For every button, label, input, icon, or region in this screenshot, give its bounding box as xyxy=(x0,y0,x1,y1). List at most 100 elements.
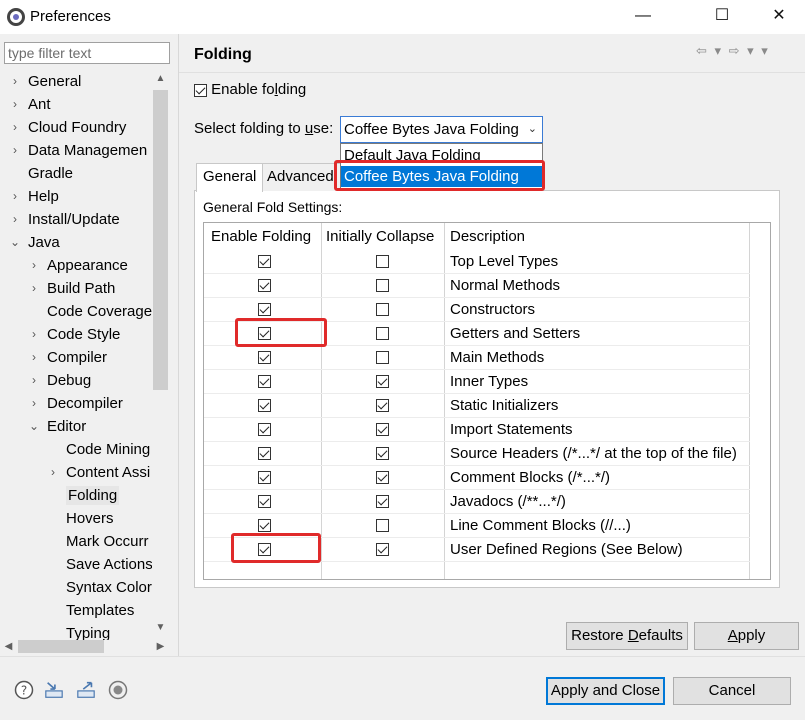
chevron-right-icon[interactable]: › xyxy=(9,185,21,208)
tab-advanced[interactable]: Advanced xyxy=(260,163,341,191)
tree-item[interactable]: Syntax Color xyxy=(47,576,152,599)
export-icon[interactable] xyxy=(76,680,96,700)
chevron-right-icon[interactable]: › xyxy=(28,277,40,300)
enable-folding-checkbox[interactable] xyxy=(258,471,271,484)
tree-item[interactable]: › General xyxy=(9,70,81,93)
tree-item[interactable]: ⌄ Editor xyxy=(28,415,86,438)
chevron-down-icon[interactable]: ⌄ xyxy=(9,231,21,254)
restore-defaults-button[interactable]: Restore Defaults xyxy=(566,622,688,650)
tree-item[interactable]: › Build Path xyxy=(28,277,115,300)
chevron-right-icon[interactable]: › xyxy=(47,461,59,484)
chevron-down-icon[interactable]: ⌄ xyxy=(28,415,40,438)
chevron-right-icon[interactable]: › xyxy=(9,139,21,162)
tree-item[interactable]: Templates xyxy=(47,599,134,622)
initially-collapse-checkbox[interactable] xyxy=(376,351,389,364)
tree-item[interactable]: Gradle xyxy=(9,162,73,185)
scroll-thumb[interactable] xyxy=(153,90,168,390)
enable-folding-checkbox[interactable] xyxy=(258,495,271,508)
tree-item[interactable]: Save Actions xyxy=(47,553,152,576)
close-button[interactable]: ✕ xyxy=(756,0,802,34)
folding-combo[interactable]: Coffee Bytes Java Folding ⌄ xyxy=(340,116,543,143)
hscroll-thumb[interactable] xyxy=(18,640,104,653)
chevron-right-icon[interactable]: › xyxy=(28,323,40,346)
tree-item[interactable]: ⌄ Java xyxy=(9,231,60,254)
initially-collapse-checkbox[interactable] xyxy=(376,447,389,460)
chevron-right-icon[interactable]: › xyxy=(9,208,21,231)
initially-collapse-checkbox[interactable] xyxy=(376,303,389,316)
cancel-button[interactable]: Cancel xyxy=(673,677,791,705)
table-row[interactable]: Normal Methods xyxy=(204,274,770,298)
table-row[interactable]: Javadocs (/**...*/) xyxy=(204,490,770,514)
help-icon[interactable]: ? xyxy=(14,680,34,700)
col-header-description[interactable]: Description xyxy=(443,223,525,250)
tree-item[interactable]: Folding xyxy=(47,484,120,507)
enable-folding-checkbox[interactable] xyxy=(258,255,271,268)
tree-item[interactable]: › Appearance xyxy=(28,254,128,277)
chevron-right-icon[interactable]: › xyxy=(9,116,21,139)
initially-collapse-checkbox[interactable] xyxy=(376,471,389,484)
chevron-right-icon[interactable]: › xyxy=(28,254,40,277)
tree-item[interactable]: Code Coverage xyxy=(28,300,152,323)
table-row[interactable]: Static Initializers xyxy=(204,394,770,418)
chevron-right-icon[interactable]: › xyxy=(9,70,21,93)
initially-collapse-checkbox[interactable] xyxy=(376,375,389,388)
tree-item[interactable]: › Data Managemen xyxy=(9,139,147,162)
initially-collapse-checkbox[interactable] xyxy=(376,279,389,292)
tree-item[interactable]: › Decompiler xyxy=(28,392,123,415)
tree-item[interactable]: Hovers xyxy=(47,507,114,530)
initially-collapse-checkbox[interactable] xyxy=(376,423,389,436)
chevron-right-icon[interactable]: › xyxy=(28,369,40,392)
initially-collapse-checkbox[interactable] xyxy=(376,255,389,268)
apply-button[interactable]: Apply xyxy=(694,622,799,650)
tree-item[interactable]: › Ant xyxy=(9,93,51,116)
tree-item[interactable]: › Cloud Foundry xyxy=(9,116,126,139)
apply-and-close-button[interactable]: Apply and Close xyxy=(546,677,665,705)
enable-folding-checkbox[interactable] xyxy=(258,519,271,532)
table-row[interactable]: Main Methods xyxy=(204,346,770,370)
scroll-down-icon[interactable]: ▼ xyxy=(152,619,169,636)
scroll-up-icon[interactable]: ▲ xyxy=(152,70,169,87)
tree-vertical-scrollbar[interactable]: ▲ ▼ xyxy=(152,70,169,636)
chevron-down-icon[interactable]: ⌄ xyxy=(528,117,537,142)
col-header-enable[interactable]: Enable Folding xyxy=(204,223,311,250)
tree-item[interactable]: Mark Occurr xyxy=(47,530,149,553)
maximize-button[interactable]: ☐ xyxy=(699,0,745,34)
table-row[interactable]: Inner Types xyxy=(204,370,770,394)
enable-folding-check-icon[interactable] xyxy=(194,83,207,97)
table-row[interactable]: Comment Blocks (/*...*/) xyxy=(204,466,770,490)
split-sash[interactable] xyxy=(178,34,179,656)
initially-collapse-checkbox[interactable] xyxy=(376,495,389,508)
table-row[interactable]: Source Headers (/*...*/ at the top of th… xyxy=(204,442,770,466)
scroll-left-icon[interactable]: ◀ xyxy=(0,638,17,655)
fold-settings-table[interactable]: Enable Folding Initially Collapse Descri… xyxy=(203,222,771,580)
enable-folding-checkbox[interactable] xyxy=(258,303,271,316)
enable-folding-checkbox[interactable] xyxy=(258,375,271,388)
tree-horizontal-scrollbar[interactable]: ◀ ▶ xyxy=(0,638,169,655)
scroll-right-icon[interactable]: ▶ xyxy=(152,638,169,655)
initially-collapse-checkbox[interactable] xyxy=(376,519,389,532)
tree-item[interactable]: › Debug xyxy=(28,369,91,392)
tree-item[interactable]: › Code Style xyxy=(28,323,120,346)
enable-folding-checkbox[interactable] xyxy=(258,423,271,436)
enable-folding-checkbox[interactable] xyxy=(258,447,271,460)
tree-item[interactable]: Code Mining xyxy=(47,438,150,461)
minimize-button[interactable]: — xyxy=(620,0,666,34)
chevron-right-icon[interactable]: › xyxy=(28,392,40,415)
tab-general[interactable]: General xyxy=(196,163,264,192)
enable-folding-checkbox[interactable]: Enable folding xyxy=(194,81,306,98)
filter-input[interactable] xyxy=(4,42,170,64)
chevron-right-icon[interactable]: › xyxy=(9,93,21,116)
enable-folding-checkbox[interactable] xyxy=(258,399,271,412)
initially-collapse-checkbox[interactable] xyxy=(376,327,389,340)
enable-folding-checkbox[interactable] xyxy=(258,279,271,292)
preferences-tree[interactable]: › General › Ant › Cloud Foundry › Data Manageme… xyxy=(0,70,152,640)
table-row[interactable]: Import Statements xyxy=(204,418,770,442)
history-nav-icons[interactable]: ⇦ ▾ ⇨ ▾ ▾ xyxy=(696,43,770,59)
table-row[interactable]: Top Level Types xyxy=(204,250,770,274)
tree-item[interactable]: › Help xyxy=(9,185,59,208)
tree-item[interactable]: › Content Assi xyxy=(47,461,150,484)
col-header-collapse[interactable]: Initially Collapse xyxy=(319,223,434,250)
import-icon[interactable] xyxy=(44,680,64,700)
record-icon[interactable] xyxy=(108,680,128,700)
tree-item[interactable]: › Compiler xyxy=(28,346,107,369)
